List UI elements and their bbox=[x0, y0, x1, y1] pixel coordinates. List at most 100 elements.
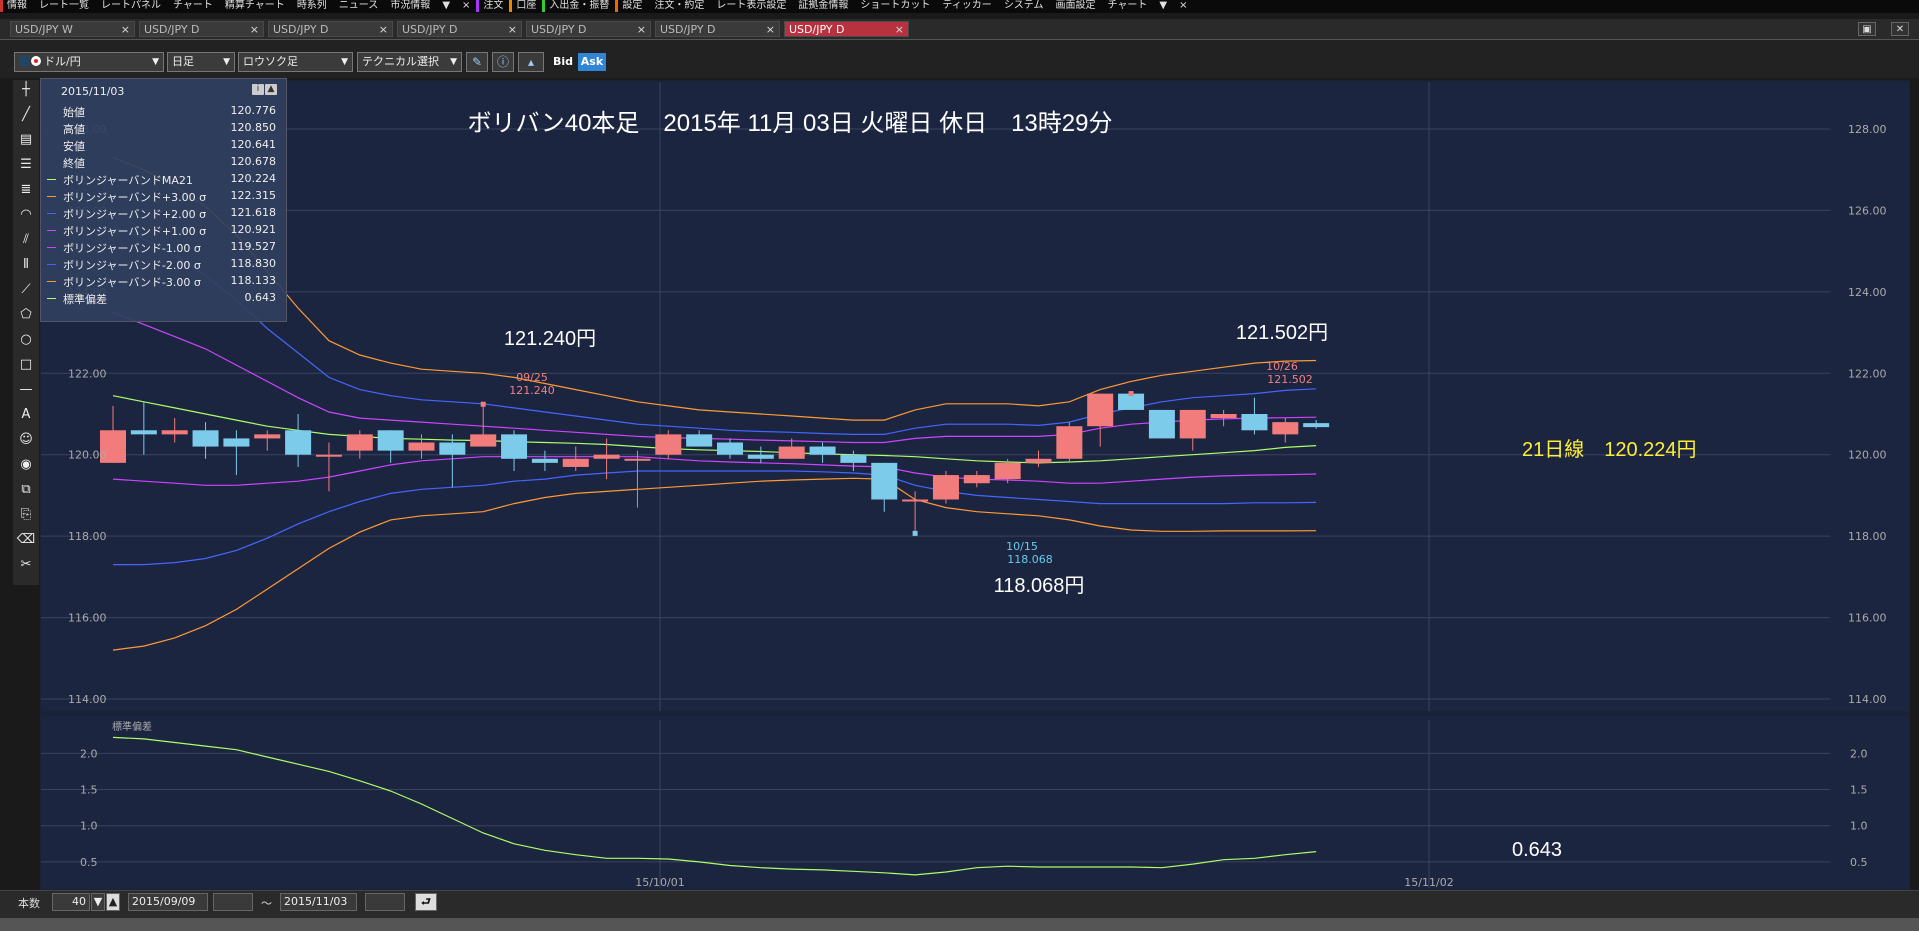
close-icon[interactable]: × bbox=[121, 22, 130, 38]
horizontal-lines-icon[interactable]: ☰ bbox=[16, 155, 36, 175]
close-icon[interactable]: × bbox=[508, 22, 517, 38]
bars-count-input[interactable]: 40 bbox=[52, 893, 90, 911]
chart-tab-active[interactable]: USD/JPY D × bbox=[784, 21, 909, 37]
chart-type-select[interactable]: ロウソク足 ▼ bbox=[238, 52, 353, 72]
pentagon-icon[interactable]: ⬠ bbox=[16, 305, 36, 325]
menu-item[interactable]: システム bbox=[998, 0, 1050, 12]
menu-item-deposit[interactable]: 入出金・振替 bbox=[542, 0, 615, 12]
chart-shape-icon[interactable]: ▴ bbox=[518, 52, 544, 72]
bars-count-label: 本数 bbox=[18, 897, 40, 910]
rectangle-icon[interactable]: □ bbox=[16, 355, 36, 375]
copy-icon[interactable]: ⧉ bbox=[16, 480, 36, 500]
smiley-icon[interactable]: ☺ bbox=[16, 430, 36, 450]
from-time-input[interactable] bbox=[213, 893, 253, 911]
tab-label: USD/JPY W bbox=[15, 23, 73, 36]
chart-tab[interactable]: USD/JPY D × bbox=[655, 21, 780, 37]
menu-item[interactable]: レートパネル bbox=[95, 0, 167, 12]
menu-item-settings[interactable]: 設定 bbox=[615, 0, 648, 12]
line-icon[interactable]: — bbox=[16, 380, 36, 400]
menu-close-icon[interactable]: × bbox=[1173, 0, 1193, 12]
pen-icon[interactable]: ✎ bbox=[466, 52, 488, 72]
eraser-icon[interactable]: ⌫ bbox=[16, 530, 36, 550]
period-select[interactable]: 日足 ▼ bbox=[167, 52, 235, 72]
chart-tab[interactable]: USD/JPY D × bbox=[139, 21, 264, 37]
menu-item[interactable]: ニュース bbox=[333, 0, 385, 12]
menu-item[interactable]: チャート bbox=[1102, 0, 1154, 12]
chart-tab[interactable]: USD/JPY D × bbox=[268, 21, 393, 37]
style-icon[interactable]: ◉ bbox=[16, 455, 36, 475]
info-label: 高値 bbox=[63, 123, 85, 136]
series-swatch bbox=[47, 298, 56, 299]
close-icon[interactable]: × bbox=[250, 22, 259, 38]
bars-up-icon[interactable]: ▲ bbox=[106, 893, 120, 911]
menu-item-order[interactable]: 注文 bbox=[476, 0, 509, 12]
technical-select[interactable]: テクニカル選択 ▼ bbox=[357, 52, 462, 72]
menu-item[interactable]: レート一覧 bbox=[33, 0, 95, 12]
drawing-tools: ┼ ╱ ▤ ☰ ≣ ◠ ⫽ ⦀ ⟋ ⬠ ○ □ — A ☺ ◉ ⧉ ⎘ ⌫ ✂ bbox=[13, 80, 39, 585]
menu-item-account[interactable]: 口座 bbox=[509, 0, 542, 12]
crosshair-icon[interactable]: ┼ bbox=[16, 80, 36, 100]
maximize-icon[interactable]: ▣ bbox=[1858, 22, 1876, 36]
chart-area[interactable]: 128.00128.00126.00126.00124.00124.00122.… bbox=[40, 80, 1910, 890]
chart-tab[interactable]: USD/JPY D × bbox=[526, 21, 651, 37]
menu-item[interactable]: 画面設定 bbox=[1050, 0, 1102, 12]
stdev-tick-right: 1.0 bbox=[1850, 820, 1868, 833]
info-icon[interactable]: ⓘ bbox=[492, 52, 514, 72]
ask-button[interactable]: Ask bbox=[578, 53, 606, 71]
close-icon[interactable]: × bbox=[766, 22, 775, 38]
candlestick-chart[interactable]: 128.00128.00126.00126.00124.00124.00122.… bbox=[40, 80, 1910, 890]
trend-line-icon[interactable]: ╱ bbox=[16, 105, 36, 125]
text-icon[interactable]: A bbox=[16, 405, 36, 425]
paste-icon[interactable]: ⎘ bbox=[16, 505, 36, 525]
chart-tab[interactable]: USD/JPY W × bbox=[10, 21, 135, 37]
menu-dropdown-icon[interactable]: ▼ bbox=[436, 0, 456, 12]
chart-tab[interactable]: USD/JPY D × bbox=[397, 21, 522, 37]
info-icon[interactable]: i bbox=[252, 84, 264, 95]
from-date-input[interactable]: 2015/09/09 bbox=[128, 893, 208, 911]
y-tick-label-right: 122.00 bbox=[1848, 367, 1887, 380]
menu-item[interactable]: ショートカット bbox=[854, 0, 936, 12]
erase-all-icon[interactable]: ✂ bbox=[16, 555, 36, 575]
y-tick-label-right: 118.00 bbox=[1848, 530, 1887, 543]
circle-icon[interactable]: ○ bbox=[16, 330, 36, 350]
channel-icon[interactable]: ⟋ bbox=[16, 280, 36, 300]
menu-item[interactable]: ティッカー bbox=[936, 0, 997, 12]
menu-close-icon[interactable]: × bbox=[456, 0, 476, 12]
candle-body bbox=[1148, 409, 1175, 439]
series-swatch bbox=[47, 230, 56, 231]
menu-item[interactable]: レート表示設定 bbox=[710, 0, 792, 12]
stdev-tick-left: 2.0 bbox=[80, 747, 98, 760]
vertical-lines-icon[interactable]: ⦀ bbox=[16, 255, 36, 275]
arc-icon[interactable]: ◠ bbox=[16, 205, 36, 225]
to-date-input[interactable]: 2015/11/03 bbox=[280, 893, 357, 911]
range-tilde: ～ bbox=[261, 897, 272, 910]
menu-item-info[interactable]: 情報 bbox=[0, 0, 33, 12]
menu-item[interactable]: チャート bbox=[167, 0, 219, 12]
close-icon[interactable]: × bbox=[895, 22, 904, 38]
fibonacci-icon[interactable]: ≣ bbox=[16, 180, 36, 200]
y-tick-label-left: 122.00 bbox=[68, 367, 107, 380]
info-row: ボリンジャーバンド+1.00 σ 120.921 bbox=[47, 222, 282, 239]
bars-down-icon[interactable]: ▼ bbox=[91, 893, 105, 911]
menu-item[interactable]: 精算チャート bbox=[219, 0, 291, 12]
ruler-icon[interactable]: ▤ bbox=[16, 130, 36, 150]
menu-item[interactable]: 証拠金情報 bbox=[792, 0, 854, 12]
menu-item[interactable]: 時系列 bbox=[291, 0, 333, 12]
close-icon[interactable]: × bbox=[379, 22, 388, 38]
to-time-input[interactable] bbox=[365, 893, 405, 911]
return-icon[interactable]: ⮐ bbox=[415, 893, 437, 911]
menu-bar: 情報 レート一覧 レートパネル チャート 精算チャート 時系列 ニュース 市況情報 ▼ × 注文 口座… bbox=[0, 0, 1919, 13]
bid-button[interactable]: Bid bbox=[550, 53, 576, 71]
candle-body bbox=[809, 446, 836, 455]
window-close-icon[interactable]: ✕ bbox=[1891, 22, 1909, 36]
collapse-icon[interactable]: ▲ bbox=[265, 84, 277, 95]
menu-item[interactable]: 注文・約定 bbox=[648, 0, 710, 12]
stdev-value-label: 0.643 bbox=[1512, 839, 1562, 861]
high-marker bbox=[1128, 391, 1134, 397]
menu-item[interactable]: 市況情報 bbox=[384, 0, 436, 12]
fan-icon[interactable]: ⫽ bbox=[16, 230, 36, 250]
currency-pair-select[interactable]: ドル/円 ▼ bbox=[14, 52, 164, 72]
y-tick-label-left: 116.00 bbox=[68, 612, 107, 625]
menu-dropdown-icon[interactable]: ▼ bbox=[1153, 0, 1173, 12]
close-icon[interactable]: × bbox=[637, 22, 646, 38]
